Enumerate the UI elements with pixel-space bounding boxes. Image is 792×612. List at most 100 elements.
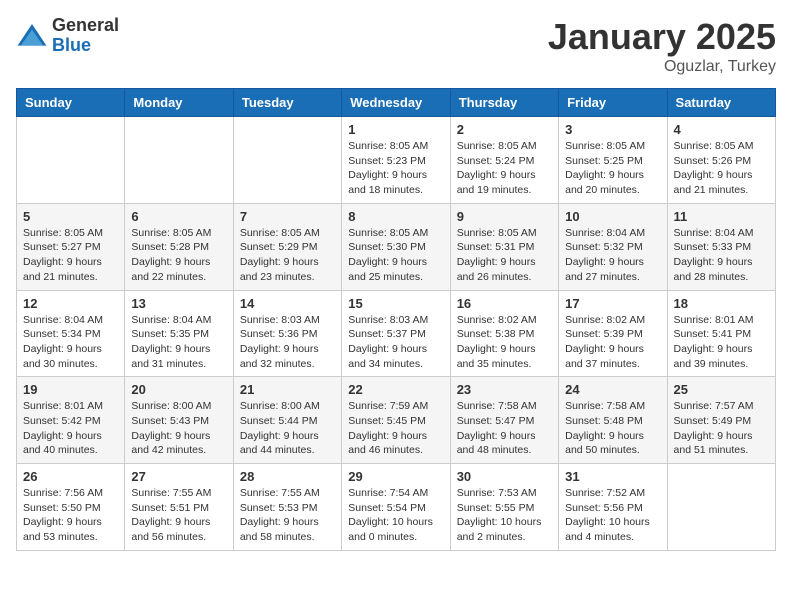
page-header: General Blue January 2025 Oguzlar, Turke… (16, 16, 776, 76)
calendar-week-row: 5 Sunrise: 8:05 AM Sunset: 5:27 PM Daylig… (17, 203, 776, 290)
day-number: 13 (131, 296, 226, 311)
logo: General Blue (16, 16, 119, 56)
calendar-cell: 6 Sunrise: 8:05 AM Sunset: 5:28 PM Daylig… (125, 203, 233, 290)
day-number: 2 (457, 122, 552, 137)
calendar-cell (667, 464, 775, 551)
day-info: Sunrise: 7:55 AM Sunset: 5:51 PM Dayligh… (131, 486, 226, 545)
day-info: Sunrise: 7:58 AM Sunset: 5:47 PM Dayligh… (457, 399, 552, 458)
calendar-cell: 1 Sunrise: 8:05 AM Sunset: 5:23 PM Daylig… (342, 117, 450, 204)
day-info: Sunrise: 8:04 AM Sunset: 5:34 PM Dayligh… (23, 313, 118, 372)
location: Oguzlar, Turkey (548, 58, 776, 76)
day-number: 3 (565, 122, 660, 137)
calendar-cell: 14 Sunrise: 8:03 AM Sunset: 5:36 PM Dayli… (233, 290, 341, 377)
calendar-week-row: 12 Sunrise: 8:04 AM Sunset: 5:34 PM Dayli… (17, 290, 776, 377)
calendar-cell: 10Sunrise: 8:04 AM Sunset: 5:32 PM Dayli… (559, 203, 667, 290)
day-info: Sunrise: 8:05 AM Sunset: 5:23 PM Dayligh… (348, 139, 443, 198)
calendar-cell: 17Sunrise: 8:02 AM Sunset: 5:39 PM Dayli… (559, 290, 667, 377)
month-title: January 2025 (548, 16, 776, 58)
title-block: January 2025 Oguzlar, Turkey (548, 16, 776, 76)
day-number: 6 (131, 209, 226, 224)
day-info: Sunrise: 7:56 AM Sunset: 5:50 PM Dayligh… (23, 486, 118, 545)
weekday-header-thursday: Thursday (450, 89, 558, 117)
day-number: 27 (131, 469, 226, 484)
day-info: Sunrise: 8:02 AM Sunset: 5:38 PM Dayligh… (457, 313, 552, 372)
day-number: 7 (240, 209, 335, 224)
calendar-cell (125, 117, 233, 204)
day-number: 25 (674, 382, 769, 397)
day-info: Sunrise: 8:03 AM Sunset: 5:37 PM Dayligh… (348, 313, 443, 372)
calendar-cell (17, 117, 125, 204)
day-number: 16 (457, 296, 552, 311)
day-info: Sunrise: 7:55 AM Sunset: 5:53 PM Dayligh… (240, 486, 335, 545)
day-info: Sunrise: 7:57 AM Sunset: 5:49 PM Dayligh… (674, 399, 769, 458)
day-number: 4 (674, 122, 769, 137)
day-info: Sunrise: 8:05 AM Sunset: 5:28 PM Dayligh… (131, 226, 226, 285)
calendar-week-row: 26 Sunrise: 7:56 AM Sunset: 5:50 PM Dayli… (17, 464, 776, 551)
calendar-cell: 7 Sunrise: 8:05 AM Sunset: 5:29 PM Daylig… (233, 203, 341, 290)
day-number: 1 (348, 122, 443, 137)
weekday-header-row: SundayMondayTuesdayWednesdayThursdayFrid… (17, 89, 776, 117)
day-number: 28 (240, 469, 335, 484)
calendar-cell: 22 Sunrise: 7:59 AM Sunset: 5:45 PM Dayli… (342, 377, 450, 464)
day-number: 15 (348, 296, 443, 311)
day-info: Sunrise: 7:58 AM Sunset: 5:48 PM Dayligh… (565, 399, 660, 458)
calendar-cell: 12 Sunrise: 8:04 AM Sunset: 5:34 PM Dayli… (17, 290, 125, 377)
day-info: Sunrise: 8:01 AM Sunset: 5:42 PM Dayligh… (23, 399, 118, 458)
weekday-header-saturday: Saturday (667, 89, 775, 117)
day-number: 10 (565, 209, 660, 224)
calendar-week-row: 1 Sunrise: 8:05 AM Sunset: 5:23 PM Daylig… (17, 117, 776, 204)
day-number: 19 (23, 382, 118, 397)
weekday-header-monday: Monday (125, 89, 233, 117)
calendar-cell: 26 Sunrise: 7:56 AM Sunset: 5:50 PM Dayli… (17, 464, 125, 551)
day-number: 12 (23, 296, 118, 311)
day-info: Sunrise: 8:05 AM Sunset: 5:27 PM Dayligh… (23, 226, 118, 285)
calendar-cell: 27 Sunrise: 7:55 AM Sunset: 5:51 PM Dayli… (125, 464, 233, 551)
day-info: Sunrise: 8:05 AM Sunset: 5:26 PM Dayligh… (674, 139, 769, 198)
calendar-cell: 13 Sunrise: 8:04 AM Sunset: 5:35 PM Dayli… (125, 290, 233, 377)
calendar-cell: 8 Sunrise: 8:05 AM Sunset: 5:30 PM Daylig… (342, 203, 450, 290)
logo-blue-text: Blue (52, 36, 119, 56)
day-info: Sunrise: 8:02 AM Sunset: 5:39 PM Dayligh… (565, 313, 660, 372)
calendar-table: SundayMondayTuesdayWednesdayThursdayFrid… (16, 88, 776, 551)
day-info: Sunrise: 8:00 AM Sunset: 5:44 PM Dayligh… (240, 399, 335, 458)
calendar-cell: 11Sunrise: 8:04 AM Sunset: 5:33 PM Dayli… (667, 203, 775, 290)
day-info: Sunrise: 8:05 AM Sunset: 5:29 PM Dayligh… (240, 226, 335, 285)
day-number: 11 (674, 209, 769, 224)
day-number: 14 (240, 296, 335, 311)
calendar-cell: 16 Sunrise: 8:02 AM Sunset: 5:38 PM Dayli… (450, 290, 558, 377)
day-info: Sunrise: 8:05 AM Sunset: 5:31 PM Dayligh… (457, 226, 552, 285)
calendar-cell (233, 117, 341, 204)
day-info: Sunrise: 8:01 AM Sunset: 5:41 PM Dayligh… (674, 313, 769, 372)
weekday-header-sunday: Sunday (17, 89, 125, 117)
day-number: 18 (674, 296, 769, 311)
calendar-cell: 21Sunrise: 8:00 AM Sunset: 5:44 PM Dayli… (233, 377, 341, 464)
day-info: Sunrise: 8:05 AM Sunset: 5:24 PM Dayligh… (457, 139, 552, 198)
day-number: 24 (565, 382, 660, 397)
weekday-header-tuesday: Tuesday (233, 89, 341, 117)
calendar-cell: 4 Sunrise: 8:05 AM Sunset: 5:26 PM Daylig… (667, 117, 775, 204)
logo-text: General Blue (52, 16, 119, 56)
day-number: 23 (457, 382, 552, 397)
day-number: 9 (457, 209, 552, 224)
day-info: Sunrise: 7:52 AM Sunset: 5:56 PM Dayligh… (565, 486, 660, 545)
logo-icon (16, 20, 48, 52)
calendar-cell: 18 Sunrise: 8:01 AM Sunset: 5:41 PM Dayli… (667, 290, 775, 377)
day-number: 5 (23, 209, 118, 224)
day-info: Sunrise: 8:03 AM Sunset: 5:36 PM Dayligh… (240, 313, 335, 372)
day-number: 29 (348, 469, 443, 484)
day-number: 22 (348, 382, 443, 397)
calendar-cell: 9 Sunrise: 8:05 AM Sunset: 5:31 PM Daylig… (450, 203, 558, 290)
day-info: Sunrise: 8:05 AM Sunset: 5:30 PM Dayligh… (348, 226, 443, 285)
day-number: 26 (23, 469, 118, 484)
day-info: Sunrise: 7:54 AM Sunset: 5:54 PM Dayligh… (348, 486, 443, 545)
day-info: Sunrise: 8:04 AM Sunset: 5:35 PM Dayligh… (131, 313, 226, 372)
calendar-cell: 24 Sunrise: 7:58 AM Sunset: 5:48 PM Dayli… (559, 377, 667, 464)
day-info: Sunrise: 8:05 AM Sunset: 5:25 PM Dayligh… (565, 139, 660, 198)
calendar-cell: 31Sunrise: 7:52 AM Sunset: 5:56 PM Dayli… (559, 464, 667, 551)
day-number: 8 (348, 209, 443, 224)
day-number: 30 (457, 469, 552, 484)
day-number: 20 (131, 382, 226, 397)
calendar-cell: 20 Sunrise: 8:00 AM Sunset: 5:43 PM Dayli… (125, 377, 233, 464)
day-info: Sunrise: 7:59 AM Sunset: 5:45 PM Dayligh… (348, 399, 443, 458)
day-info: Sunrise: 8:00 AM Sunset: 5:43 PM Dayligh… (131, 399, 226, 458)
